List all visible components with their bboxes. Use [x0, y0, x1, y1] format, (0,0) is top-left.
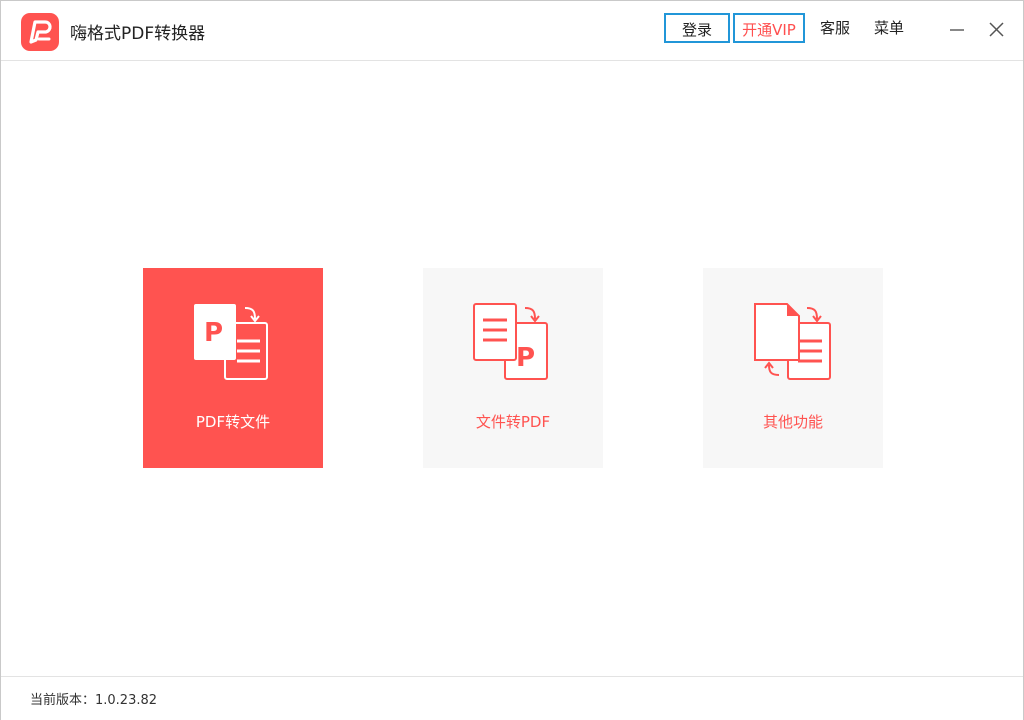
customer-service-button[interactable]: 客服 — [813, 13, 857, 43]
pdf-to-file-icon: P — [191, 301, 277, 383]
app-window: 嗨格式PDF转换器 登录 开通VIP 客服 菜单 P PDF转文件 P 文件转P… — [0, 0, 1024, 720]
menu-button[interactable]: 菜单 — [867, 13, 911, 43]
other-functions-icon — [751, 301, 837, 383]
card-pdf-to-file[interactable]: P PDF转文件 — [143, 268, 323, 468]
vip-button[interactable]: 开通VIP — [733, 13, 805, 43]
svg-text:P: P — [204, 318, 223, 348]
status-footer: 当前版本：1.0.23.82 — [1, 676, 1023, 720]
card-other-functions[interactable]: 其他功能 — [703, 268, 883, 468]
version-text: 当前版本：1.0.23.82 — [30, 693, 158, 708]
close-icon[interactable] — [985, 17, 1009, 41]
app-title: 嗨格式PDF转换器 — [70, 24, 206, 44]
minimize-icon[interactable] — [945, 17, 969, 41]
title-bar[interactable]: 嗨格式PDF转换器 登录 开通VIP 客服 菜单 — [1, 1, 1023, 61]
card-label: 文件转PDF — [475, 413, 551, 431]
app-logo-icon — [21, 13, 59, 51]
file-to-pdf-icon: P — [471, 301, 557, 383]
card-label: 其他功能 — [762, 413, 823, 431]
card-file-to-pdf[interactable]: P 文件转PDF — [423, 268, 603, 468]
login-button[interactable]: 登录 — [664, 13, 730, 43]
card-label: PDF转文件 — [195, 413, 271, 431]
svg-text:P: P — [516, 343, 535, 373]
feature-cards: P PDF转文件 P 文件转PDF 其他功能 — [1, 61, 1023, 676]
